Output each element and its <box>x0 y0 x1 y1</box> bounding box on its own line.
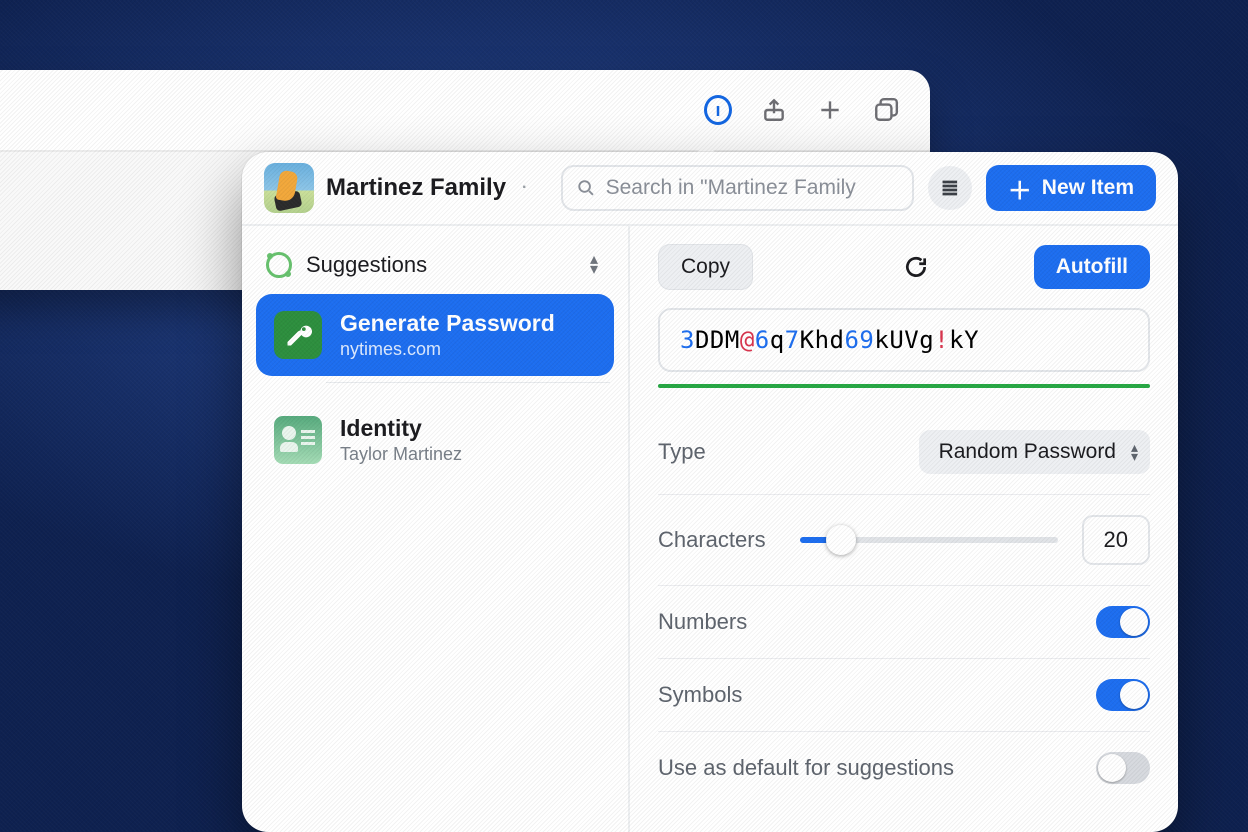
symbols-toggle[interactable] <box>1096 679 1150 711</box>
sort-caret-icon[interactable]: ▴▾ <box>590 255 598 275</box>
generated-password[interactable]: 3DDM@6q7Khd69kUVg!kY <box>658 308 1150 372</box>
search-field[interactable] <box>561 165 913 211</box>
select-caret-icon: ▴▾ <box>1131 443 1138 461</box>
numbers-toggle[interactable] <box>1096 606 1150 638</box>
suggestions-icon <box>266 252 292 278</box>
generator-panel: Copy Autofill 3DDM@6q7Khd69kUVg!kY Type … <box>630 226 1178 832</box>
vault-name: Martinez Family <box>326 174 506 202</box>
search-input[interactable] <box>606 176 898 200</box>
row-numbers: Numbers <box>658 586 1150 659</box>
row-type: Type Random Password ▴▾ <box>658 410 1150 495</box>
autofill-button[interactable]: Autofill <box>1034 245 1150 289</box>
numbers-label: Numbers <box>658 609 747 635</box>
type-value: Random Password <box>939 440 1116 463</box>
settings-button[interactable]: ≣ <box>928 166 972 210</box>
item-subtitle: nytimes.com <box>340 339 555 360</box>
new-item-button[interactable]: ＋ New Item <box>986 165 1156 211</box>
new-item-label: New Item <box>1042 176 1134 200</box>
vault-avatar <box>264 163 314 213</box>
share-icon[interactable] <box>760 96 788 124</box>
default-toggle[interactable] <box>1096 752 1150 784</box>
popover-header: Martinez Family · ≣ ＋ New Item <box>242 152 1178 226</box>
vault-selector[interactable]: Martinez Family · <box>264 163 527 213</box>
suggestions-label: Suggestions <box>306 252 427 278</box>
symbols-label: Symbols <box>658 682 742 708</box>
sidebar-item-identity[interactable]: Identity Taylor Martinez <box>256 399 614 481</box>
item-title: Generate Password <box>340 310 555 337</box>
row-symbols: Symbols <box>658 659 1150 732</box>
sidebar-item-generate-password[interactable]: Generate Password nytimes.com <box>256 294 614 376</box>
key-icon <box>274 311 322 359</box>
plus-icon: ＋ <box>1008 171 1032 206</box>
search-icon <box>577 178 595 198</box>
item-subtitle: Taylor Martinez <box>340 444 462 465</box>
strength-bar <box>658 384 1150 388</box>
list-icon: ≣ <box>941 175 959 201</box>
characters-label: Characters <box>658 527 766 553</box>
slider-thumb[interactable] <box>826 525 856 555</box>
type-select[interactable]: Random Password ▴▾ <box>919 430 1150 474</box>
identity-icon <box>274 416 322 464</box>
suggestions-panel: Suggestions ▴▾ Generate Password nytimes… <box>242 226 630 832</box>
refresh-button[interactable] <box>903 254 929 280</box>
default-label: Use as default for suggestions <box>658 755 954 781</box>
divider <box>326 382 610 383</box>
suggestions-heading[interactable]: Suggestions ▴▾ <box>256 240 614 294</box>
characters-value[interactable]: 20 <box>1082 515 1150 565</box>
item-title: Identity <box>340 415 462 442</box>
type-label: Type <box>658 439 706 465</box>
onepassword-icon[interactable]: ı <box>704 96 732 124</box>
copy-button[interactable]: Copy <box>658 244 753 290</box>
plus-icon[interactable] <box>816 96 844 124</box>
characters-slider[interactable] <box>800 537 1058 543</box>
row-characters: Characters 20 <box>658 495 1150 586</box>
onepassword-popover: Martinez Family · ≣ ＋ New Item Suggestio… <box>242 152 1178 832</box>
row-default: Use as default for suggestions <box>658 732 1150 804</box>
vault-menu-caret: · <box>522 179 527 197</box>
tabs-icon[interactable] <box>872 96 900 124</box>
browser-toolbar: ı <box>0 70 930 152</box>
